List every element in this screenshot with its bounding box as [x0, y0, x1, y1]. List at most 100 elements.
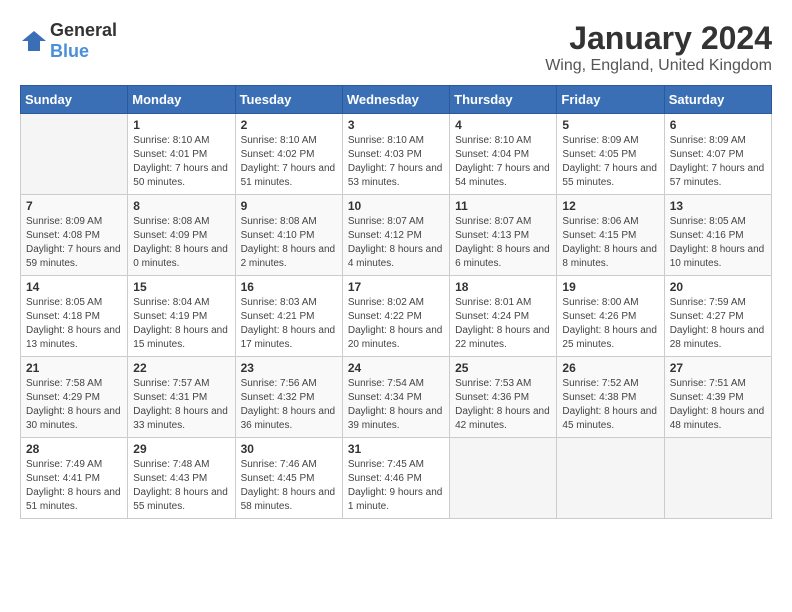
day-number: 1 [133, 118, 229, 132]
day-info: Sunrise: 8:02 AMSunset: 4:22 PMDaylight:… [348, 296, 444, 352]
day-cell: 10Sunrise: 8:07 AMSunset: 4:12 PMDayligh… [342, 195, 449, 276]
day-info: Sunrise: 8:05 AMSunset: 4:18 PMDaylight:… [26, 296, 122, 352]
week-row-1: 1 Sunrise: 8:10 AMSunset: 4:01 PMDaylight… [21, 114, 772, 195]
day-number: 29 [133, 442, 229, 456]
day-number: 25 [455, 361, 551, 375]
logo: General Blue [20, 20, 117, 62]
day-info: Sunrise: 7:46 AMSunset: 4:45 PMDaylight:… [241, 458, 337, 514]
day-info: Sunrise: 8:08 AMSunset: 4:10 PMDaylight:… [241, 215, 337, 271]
day-info: Sunrise: 8:09 AMSunset: 4:05 PMDaylight:… [562, 134, 658, 190]
day-cell: 11 Sunrise: 8:07 AMSunset: 4:13 PMDayligh… [450, 195, 557, 276]
day-info: Sunrise: 8:03 AMSunset: 4:21 PMDaylight:… [241, 296, 337, 352]
day-info: Sunrise: 7:53 AMSunset: 4:36 PMDaylight:… [455, 377, 551, 433]
day-cell: 1 Sunrise: 8:10 AMSunset: 4:01 PMDaylight… [128, 114, 235, 195]
day-info: Sunrise: 8:09 AMSunset: 4:07 PMDaylight:… [670, 134, 766, 190]
day-number: 12 [562, 199, 658, 213]
day-number: 23 [241, 361, 337, 375]
day-info: Sunrise: 7:57 AMSunset: 4:31 PMDaylight:… [133, 377, 229, 433]
day-info: Sunrise: 7:45 AMSunset: 4:46 PMDaylight:… [348, 458, 444, 514]
day-info: Sunrise: 8:07 AMSunset: 4:13 PMDaylight:… [455, 215, 551, 271]
day-info: Sunrise: 7:49 AMSunset: 4:41 PMDaylight:… [26, 458, 122, 514]
day-number: 11 [455, 199, 551, 213]
day-number: 18 [455, 280, 551, 294]
day-info: Sunrise: 7:52 AMSunset: 4:38 PMDaylight:… [562, 377, 658, 433]
day-info: Sunrise: 8:00 AMSunset: 4:26 PMDaylight:… [562, 296, 658, 352]
day-cell: 4 Sunrise: 8:10 AMSunset: 4:04 PMDaylight… [450, 114, 557, 195]
day-cell: 20Sunrise: 7:59 AMSunset: 4:27 PMDayligh… [664, 276, 771, 357]
day-cell: 23 Sunrise: 7:56 AMSunset: 4:32 PMDayligh… [235, 357, 342, 438]
day-number: 16 [241, 280, 337, 294]
day-cell: 19Sunrise: 8:00 AMSunset: 4:26 PMDayligh… [557, 276, 664, 357]
day-info: Sunrise: 8:08 AMSunset: 4:09 PMDaylight:… [133, 215, 229, 271]
day-cell: 14 Sunrise: 8:05 AMSunset: 4:18 PMDayligh… [21, 276, 128, 357]
day-number: 14 [26, 280, 122, 294]
week-row-2: 7Sunrise: 8:09 AMSunset: 4:08 PMDaylight… [21, 195, 772, 276]
day-number: 21 [26, 361, 122, 375]
day-cell: 24 Sunrise: 7:54 AMSunset: 4:34 PMDayligh… [342, 357, 449, 438]
day-info: Sunrise: 8:10 AMSunset: 4:03 PMDaylight:… [348, 134, 444, 190]
day-number: 27 [670, 361, 766, 375]
day-cell: 26Sunrise: 7:52 AMSunset: 4:38 PMDayligh… [557, 357, 664, 438]
header-monday: Monday [128, 86, 235, 114]
header: General Blue January 2024 Wing, England,… [20, 20, 772, 75]
day-number: 13 [670, 199, 766, 213]
day-cell: 12 Sunrise: 8:06 AMSunset: 4:15 PMDayligh… [557, 195, 664, 276]
day-number: 24 [348, 361, 444, 375]
day-info: Sunrise: 8:10 AMSunset: 4:01 PMDaylight:… [133, 134, 229, 190]
day-cell [450, 438, 557, 519]
week-row-4: 21 Sunrise: 7:58 AMSunset: 4:29 PMDayligh… [21, 357, 772, 438]
day-cell: 7Sunrise: 8:09 AMSunset: 4:08 PMDaylight… [21, 195, 128, 276]
calendar-table: SundayMondayTuesdayWednesdayThursdayFrid… [20, 85, 772, 519]
day-cell: 9 Sunrise: 8:08 AMSunset: 4:10 PMDaylight… [235, 195, 342, 276]
day-info: Sunrise: 7:58 AMSunset: 4:29 PMDaylight:… [26, 377, 122, 433]
header-friday: Friday [557, 86, 664, 114]
day-info: Sunrise: 8:01 AMSunset: 4:24 PMDaylight:… [455, 296, 551, 352]
day-number: 3 [348, 118, 444, 132]
logo-blue: Blue [50, 41, 89, 61]
day-cell: 6 Sunrise: 8:09 AMSunset: 4:07 PMDaylight… [664, 114, 771, 195]
day-info: Sunrise: 8:10 AMSunset: 4:04 PMDaylight:… [455, 134, 551, 190]
day-number: 4 [455, 118, 551, 132]
title-area: January 2024 Wing, England, United Kingd… [545, 20, 772, 75]
day-cell: 30 Sunrise: 7:46 AMSunset: 4:45 PMDayligh… [235, 438, 342, 519]
day-cell: 27Sunrise: 7:51 AMSunset: 4:39 PMDayligh… [664, 357, 771, 438]
day-number: 31 [348, 442, 444, 456]
day-number: 9 [241, 199, 337, 213]
day-cell: 2 Sunrise: 8:10 AMSunset: 4:02 PMDaylight… [235, 114, 342, 195]
header-thursday: Thursday [450, 86, 557, 114]
week-row-3: 14 Sunrise: 8:05 AMSunset: 4:18 PMDayligh… [21, 276, 772, 357]
logo-general: General [50, 20, 117, 40]
day-number: 10 [348, 199, 444, 213]
day-number: 6 [670, 118, 766, 132]
day-info: Sunrise: 7:56 AMSunset: 4:32 PMDaylight:… [241, 377, 337, 433]
day-info: Sunrise: 7:54 AMSunset: 4:34 PMDaylight:… [348, 377, 444, 433]
day-cell: 25 Sunrise: 7:53 AMSunset: 4:36 PMDayligh… [450, 357, 557, 438]
header-wednesday: Wednesday [342, 86, 449, 114]
day-info: Sunrise: 8:10 AMSunset: 4:02 PMDaylight:… [241, 134, 337, 190]
header-row: SundayMondayTuesdayWednesdayThursdayFrid… [21, 86, 772, 114]
main-title: January 2024 [545, 20, 772, 57]
day-cell: 18 Sunrise: 8:01 AMSunset: 4:24 PMDayligh… [450, 276, 557, 357]
day-cell: 5Sunrise: 8:09 AMSunset: 4:05 PMDaylight… [557, 114, 664, 195]
day-info: Sunrise: 7:48 AMSunset: 4:43 PMDaylight:… [133, 458, 229, 514]
day-cell: 15Sunrise: 8:04 AMSunset: 4:19 PMDayligh… [128, 276, 235, 357]
day-cell: 16 Sunrise: 8:03 AMSunset: 4:21 PMDayligh… [235, 276, 342, 357]
day-number: 20 [670, 280, 766, 294]
header-sunday: Sunday [21, 86, 128, 114]
day-cell: 22Sunrise: 7:57 AMSunset: 4:31 PMDayligh… [128, 357, 235, 438]
day-number: 30 [241, 442, 337, 456]
day-info: Sunrise: 8:09 AMSunset: 4:08 PMDaylight:… [26, 215, 122, 271]
subtitle: Wing, England, United Kingdom [545, 57, 772, 75]
week-row-5: 28 Sunrise: 7:49 AMSunset: 4:41 PMDayligh… [21, 438, 772, 519]
day-cell: 17 Sunrise: 8:02 AMSunset: 4:22 PMDayligh… [342, 276, 449, 357]
day-number: 2 [241, 118, 337, 132]
day-number: 28 [26, 442, 122, 456]
header-tuesday: Tuesday [235, 86, 342, 114]
day-cell: 31 Sunrise: 7:45 AMSunset: 4:46 PMDayligh… [342, 438, 449, 519]
day-number: 8 [133, 199, 229, 213]
day-info: Sunrise: 8:06 AMSunset: 4:15 PMDaylight:… [562, 215, 658, 271]
day-cell: 8 Sunrise: 8:08 AMSunset: 4:09 PMDaylight… [128, 195, 235, 276]
day-cell: 13Sunrise: 8:05 AMSunset: 4:16 PMDayligh… [664, 195, 771, 276]
day-number: 17 [348, 280, 444, 294]
day-cell: 21 Sunrise: 7:58 AMSunset: 4:29 PMDayligh… [21, 357, 128, 438]
